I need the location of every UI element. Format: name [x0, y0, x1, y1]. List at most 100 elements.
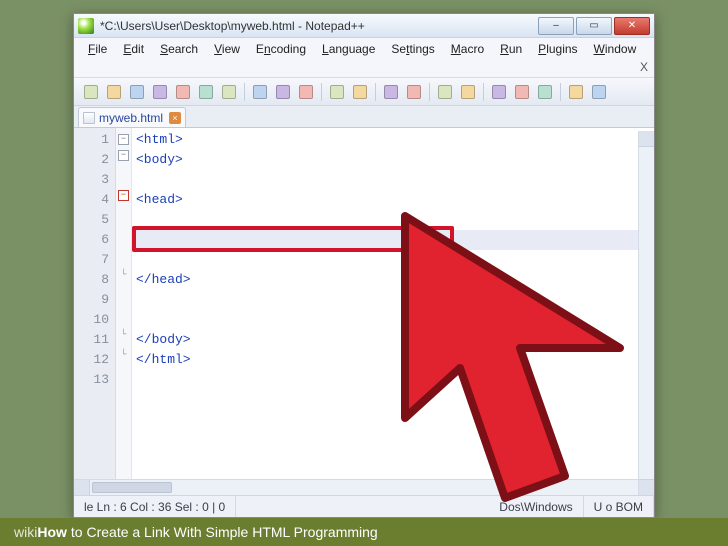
- status-encoding: U o BOM: [584, 496, 654, 517]
- code-line[interactable]: </head>: [136, 270, 654, 290]
- logo-prefix: wiki: [14, 524, 37, 540]
- scroll-left-button[interactable]: [74, 480, 90, 495]
- fold-spacer: [116, 206, 131, 226]
- paste-icon[interactable]: [295, 82, 317, 102]
- line-number: 5: [74, 210, 109, 230]
- show-all-chars-icon[interactable]: [511, 82, 533, 102]
- menu-encoding[interactable]: Encoding: [248, 40, 314, 58]
- line-number: 10: [74, 310, 109, 330]
- window-close-button[interactable]: ✕: [614, 17, 650, 35]
- menu-window[interactable]: Window: [586, 40, 645, 58]
- redo-icon[interactable]: [349, 82, 371, 102]
- zoom-in-icon[interactable]: [434, 82, 456, 102]
- replace-icon[interactable]: [403, 82, 425, 102]
- line-number: 9: [74, 290, 109, 310]
- line-number: 11: [74, 330, 109, 350]
- code-line[interactable]: </body>: [136, 330, 654, 350]
- code-line[interactable]: <body>: [136, 150, 654, 170]
- zoom-out-icon[interactable]: [457, 82, 479, 102]
- document-tabstrip: myweb.html ×: [74, 106, 654, 128]
- find-icon[interactable]: [380, 82, 402, 102]
- print-icon[interactable]: [218, 82, 240, 102]
- menu-file[interactable]: File: [80, 40, 115, 58]
- fold-spacer: [116, 286, 131, 306]
- code-line[interactable]: [136, 370, 654, 390]
- scroll-track[interactable]: [174, 480, 638, 495]
- word-wrap-icon[interactable]: [488, 82, 510, 102]
- minimize-button[interactable]: –: [538, 17, 574, 35]
- scroll-down-button[interactable]: [639, 479, 654, 495]
- code-line[interactable]: [136, 310, 654, 330]
- fold-end: └: [116, 326, 131, 346]
- scroll-thumb[interactable]: [92, 482, 172, 493]
- undo-icon[interactable]: [326, 82, 348, 102]
- horizontal-scrollbar[interactable]: [74, 479, 654, 495]
- file-icon: [83, 112, 95, 124]
- open-folder-icon[interactable]: [103, 82, 125, 102]
- caption-bar: wikiHow to Create a Link With Simple HTM…: [0, 518, 728, 546]
- toolbar: [74, 78, 654, 106]
- toolbar-separator: [321, 83, 322, 101]
- cut-icon[interactable]: [249, 82, 271, 102]
- status-eol: Dos\Windows: [489, 496, 583, 517]
- fold-spacer: [116, 246, 131, 266]
- current-line-highlight: [132, 230, 654, 250]
- play-macro-icon[interactable]: [588, 82, 610, 102]
- tab-close-button[interactable]: ×: [169, 112, 181, 124]
- close-icon[interactable]: [172, 82, 194, 102]
- fold-end: └: [116, 266, 131, 286]
- code-line[interactable]: [136, 170, 654, 190]
- document-tab[interactable]: myweb.html ×: [78, 107, 186, 127]
- menu-search[interactable]: Search: [152, 40, 206, 58]
- line-number: 2: [74, 150, 109, 170]
- fold-toggle[interactable]: −: [118, 134, 129, 145]
- code-line[interactable]: [136, 250, 654, 270]
- menu-macro[interactable]: Macro: [443, 40, 492, 58]
- toolbar-separator: [429, 83, 430, 101]
- save-all-icon[interactable]: [149, 82, 171, 102]
- toolbar-separator: [375, 83, 376, 101]
- code[interactable]: <html><body><head><h1 id="topheader">Hea…: [132, 128, 654, 479]
- toolbar-separator: [483, 83, 484, 101]
- toolbar-separator: [244, 83, 245, 101]
- caption-text: to Create a Link With Simple HTML Progra…: [71, 524, 378, 540]
- fold-spacer: [116, 226, 131, 246]
- menu-view[interactable]: View: [206, 40, 248, 58]
- code-line[interactable]: <head>: [136, 190, 654, 210]
- menu-run[interactable]: Run: [492, 40, 530, 58]
- vertical-scrollbar[interactable]: [638, 131, 654, 495]
- close-all-icon[interactable]: [195, 82, 217, 102]
- copy-icon[interactable]: [272, 82, 294, 102]
- editor-area: 12345678910111213 −−−└└└ <html><body><he…: [74, 128, 654, 495]
- fold-toggle[interactable]: −: [118, 150, 129, 161]
- line-number: 8: [74, 270, 109, 290]
- menu-settings[interactable]: Settings: [383, 40, 442, 58]
- titlebar: *C:\Users\User\Desktop\myweb.html - Note…: [74, 14, 654, 38]
- new-file-icon[interactable]: [80, 82, 102, 102]
- menu-language[interactable]: Language: [314, 40, 383, 58]
- save-icon[interactable]: [126, 82, 148, 102]
- code-line[interactable]: </html>: [136, 350, 654, 370]
- menu-edit[interactable]: Edit: [115, 40, 152, 58]
- record-macro-icon[interactable]: [565, 82, 587, 102]
- app-window: *C:\Users\User\Desktop\myweb.html - Note…: [73, 13, 655, 518]
- line-number: 6: [74, 230, 109, 250]
- scroll-up-button[interactable]: [639, 131, 654, 147]
- indent-guide-icon[interactable]: [534, 82, 556, 102]
- code-line[interactable]: [136, 210, 654, 230]
- line-number: 1: [74, 130, 109, 150]
- maximize-button[interactable]: ▭: [576, 17, 612, 35]
- fold-toggle[interactable]: −: [118, 190, 129, 201]
- menu-plugins[interactable]: Plugins: [530, 40, 585, 58]
- toolbar-separator: [560, 83, 561, 101]
- code-line[interactable]: <html>: [136, 130, 654, 150]
- editor[interactable]: 12345678910111213 −−−└└└ <html><body><he…: [74, 128, 654, 479]
- window-title: *C:\Users\User\Desktop\myweb.html - Note…: [100, 19, 536, 33]
- close-document-button[interactable]: X: [640, 60, 648, 74]
- app-icon: [78, 18, 94, 34]
- code-line[interactable]: [136, 290, 654, 310]
- logo-suffix: How: [37, 524, 67, 540]
- line-number: 7: [74, 250, 109, 270]
- fold-spacer: [116, 366, 131, 386]
- menubar: FileEditSearchViewEncodingLanguageSettin…: [74, 38, 654, 78]
